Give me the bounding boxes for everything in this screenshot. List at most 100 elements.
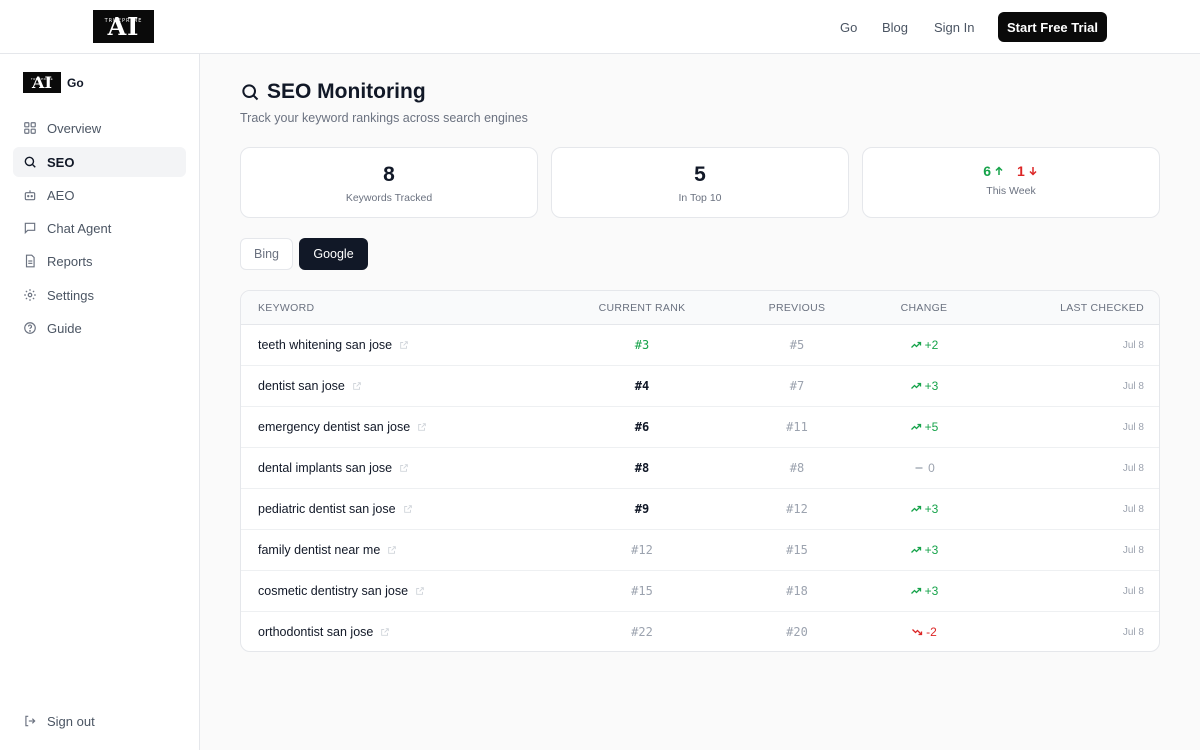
- grid-icon: [23, 121, 37, 135]
- search-icon: [242, 84, 259, 101]
- current-rank: #6: [634, 420, 650, 434]
- stat-card-this-week: 6 1 This Week: [862, 147, 1160, 218]
- keyword-text: teeth whitening san jose: [258, 338, 393, 352]
- trending-up-icon: [910, 587, 921, 594]
- sidebar-item-chat-agent[interactable]: Chat Agent: [13, 213, 186, 243]
- external-link-icon[interactable]: [403, 504, 413, 514]
- previous-rank: #5: [789, 338, 805, 352]
- sidebar-item-aeo[interactable]: AEO: [13, 180, 186, 210]
- external-link-icon[interactable]: [417, 422, 427, 432]
- stat-card-keywords-tracked: 8 Keywords Tracked: [240, 147, 538, 218]
- week-down: 1: [1017, 163, 1039, 179]
- sidebar-item-label: Overview: [47, 120, 102, 136]
- current-rank: #15: [631, 584, 653, 598]
- col-change[interactable]: CHANGE: [864, 302, 984, 314]
- col-keyword[interactable]: KEYWORD: [258, 302, 314, 314]
- page-title: SEO Monitoring: [267, 80, 426, 103]
- rank-change-value: +3: [924, 502, 939, 516]
- last-checked-date: Jul 8: [1122, 340, 1144, 351]
- last-checked-date: Jul 8: [1122, 422, 1144, 433]
- external-link-icon[interactable]: [352, 381, 362, 391]
- last-checked-date: Jul 8: [1122, 586, 1144, 597]
- sidebar-item-overview[interactable]: Overview: [13, 113, 186, 143]
- sidebar-item-label: Guide: [47, 320, 82, 336]
- trending-up-icon: [910, 423, 921, 430]
- sidebar-item-seo[interactable]: SEO: [13, 147, 186, 177]
- last-checked-date: Jul 8: [1122, 381, 1144, 392]
- keyword-cell: emergency dentist san jose: [258, 420, 427, 434]
- external-link-icon[interactable]: [387, 545, 397, 555]
- previous-rank: #7: [789, 379, 805, 393]
- sidebar-logo[interactable]: AI TRUEPRIME: [23, 72, 61, 93]
- arrow-up-icon: [995, 166, 1003, 175]
- table-row[interactable]: family dentist near me #12 #15 +3 Jul 8: [241, 530, 1159, 571]
- topnav-signin-label[interactable]: Sign In: [934, 20, 974, 35]
- previous-rank: #11: [786, 420, 808, 434]
- topnav-blog[interactable]: Blog: [882, 0, 908, 54]
- topnav-signin[interactable]: Sign In: [934, 0, 974, 54]
- logo-wordmark: TRUEPRIME: [104, 18, 143, 24]
- rank-change: +3: [864, 543, 984, 557]
- page-subtitle: Track your keyword rankings across searc…: [240, 111, 528, 125]
- sign-out-button[interactable]: Sign out: [13, 706, 186, 736]
- keyword-text: cosmetic dentistry san jose: [258, 584, 409, 598]
- trending-down-icon: [912, 629, 923, 636]
- table-row[interactable]: pediatric dentist san jose #9 #12 +3 Jul 8: [241, 489, 1159, 530]
- topnav-go-label[interactable]: Go: [840, 20, 857, 35]
- col-current-rank[interactable]: CURRENT RANK: [582, 302, 702, 314]
- keyword-cell: pediatric dentist san jose: [258, 502, 413, 516]
- keyword-cell: cosmetic dentistry san jose: [258, 584, 425, 598]
- brand-logo[interactable]: AI TRUEPRIME: [93, 10, 154, 43]
- keyword-text: pediatric dentist san jose: [258, 502, 396, 516]
- sidebar-item-label: Chat Agent: [47, 220, 112, 236]
- table-row[interactable]: dentist san jose #4 #7 +3 Jul 8: [241, 366, 1159, 407]
- previous-rank: #12: [786, 502, 808, 516]
- trending-up-icon: [910, 546, 921, 553]
- tab-bing[interactable]: Bing: [240, 238, 293, 270]
- trending-up-icon: [910, 505, 921, 512]
- table-row[interactable]: cosmetic dentistry san jose #15 #18 +3 Jul 8: [241, 571, 1159, 612]
- table-row[interactable]: orthodontist san jose #22 #20 -2 Jul 8: [241, 612, 1159, 651]
- topnav-blog-label[interactable]: Blog: [882, 20, 908, 35]
- start-free-trial-button[interactable]: Start Free Trial: [998, 12, 1107, 42]
- rank-change: +5: [864, 420, 984, 434]
- trending-up-icon: [910, 341, 921, 348]
- previous-rank: #18: [786, 584, 808, 598]
- topnav-go[interactable]: Go: [840, 0, 857, 54]
- rank-change: 0: [864, 461, 984, 475]
- table-header: KEYWORD CURRENT RANK PREVIOUS CHANGE LAS…: [241, 291, 1159, 325]
- sidebar-item-label: Reports: [47, 253, 93, 269]
- previous-rank: #8: [789, 461, 805, 475]
- current-rank: #3: [634, 338, 650, 352]
- external-link-icon[interactable]: [399, 463, 409, 473]
- previous-rank: #15: [786, 543, 808, 557]
- current-rank: #8: [634, 461, 650, 475]
- stat-card-in-top-10: 5 In Top 10: [551, 147, 849, 218]
- sidebar-item-label: AEO: [47, 187, 75, 203]
- sidebar-item-guide[interactable]: Guide: [13, 313, 186, 343]
- sidebar-item-reports[interactable]: Reports: [13, 246, 186, 276]
- rank-change: -2: [864, 625, 984, 639]
- current-rank: #22: [631, 625, 653, 639]
- tab-google[interactable]: Google: [299, 238, 368, 270]
- stat-label: This Week: [986, 185, 1036, 197]
- bot-icon: [23, 188, 37, 202]
- external-link-icon[interactable]: [380, 627, 390, 637]
- col-previous[interactable]: PREVIOUS: [737, 302, 857, 314]
- external-link-icon[interactable]: [415, 586, 425, 596]
- sidebar-item-settings[interactable]: Settings: [13, 280, 186, 310]
- keyword-cell: dental implants san jose: [258, 461, 409, 475]
- table-row[interactable]: dental implants san jose #8 #8 0 Jul 8: [241, 448, 1159, 489]
- table-row[interactable]: teeth whitening san jose #3 #5 +2 Jul 8: [241, 325, 1159, 366]
- table-row[interactable]: emergency dentist san jose #6 #11 +5 Jul 8: [241, 407, 1159, 448]
- col-last-checked[interactable]: LAST CHECKED: [1060, 302, 1144, 314]
- rank-change-value: +5: [924, 420, 939, 434]
- keyword-cell: family dentist near me: [258, 543, 397, 557]
- external-link-icon[interactable]: [399, 340, 409, 350]
- keyword-cell: orthodontist san jose: [258, 625, 390, 639]
- sidebar-item-label: Settings: [47, 287, 94, 303]
- week-movement: 6 1: [863, 163, 1159, 179]
- stat-label: In Top 10: [678, 192, 722, 204]
- sign-out-label: Sign out: [47, 713, 95, 729]
- help-circle-icon: [23, 321, 37, 335]
